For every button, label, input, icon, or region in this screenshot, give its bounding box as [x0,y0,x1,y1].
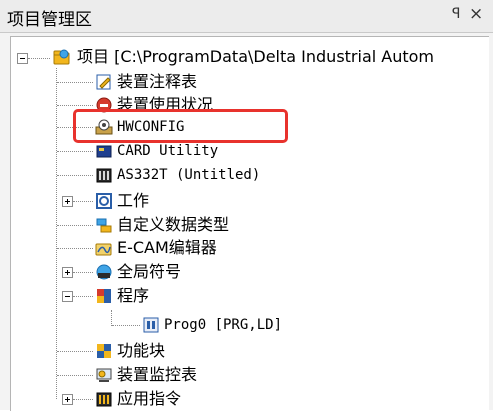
collapse-toggle-program[interactable] [62,291,73,302]
function-block-icon [97,344,111,358]
ladder-program-icon [143,317,159,333]
expand-toggle-global-symbols[interactable] [62,267,73,278]
task-gear-icon [96,193,112,209]
tree-item-label: AS332T (Untitled) [117,167,261,183]
project-tree: 项目 [C:\ProgramData\Delta Industrial Auto… [10,36,489,411]
connector [57,82,93,83]
tree-item-label: 装置注释表 [117,72,198,91]
tree-item-label: 功能块 [117,341,166,360]
ecam-folder-icon [95,243,112,256]
global-symbols-icon [96,264,112,280]
monitor-table-icon [96,368,112,382]
connector [112,325,140,326]
tree-item-label: 项目 [C:\ProgramData\Delta Industrial Auto… [77,47,435,66]
tree-item-label: 程序 [117,286,150,305]
tree-item-label: E-CAM编辑器 [117,238,217,257]
connector [57,151,93,152]
highlight-annotation-box [73,109,288,143]
root-connector [28,58,50,59]
tree-item-label: 工作 [117,191,150,210]
connector [57,225,93,226]
project-folder-icon [53,49,70,65]
close-icon[interactable]: × [469,4,483,24]
card-icon [96,145,112,158]
pin-icon[interactable]: ꟼ [452,6,460,22]
connector [73,296,93,297]
project-manager-panel: 项目管理区 ꟼ × 项目 [C:\ProgramData\Delta Indus… [0,0,493,411]
edit-pencil-icon [96,74,111,90]
panel-titlebar: 项目管理区 ꟼ × [0,0,493,33]
tree-item-label: CARD Utility [117,143,219,159]
panel-title: 项目管理区 [7,10,92,30]
tree-item-label: 应用指令 [117,389,182,408]
connector [57,351,93,352]
expand-toggle-app-instructions[interactable] [62,394,73,405]
app-instructions-icon [96,392,112,407]
data-type-icon [96,218,112,233]
tree-item-label: 自定义数据类型 [117,215,230,234]
tree-trunk-line [56,68,57,399]
connector [73,201,93,202]
program-icon [97,289,111,303]
plc-module-icon [96,168,112,183]
connector [57,248,93,249]
tree-item-label: 装置监控表 [117,365,198,384]
program-child-line [111,310,112,326]
connector [57,375,93,376]
tree-item-label: Prog0 [PRG,LD] [164,317,283,333]
connector [73,272,93,273]
connector [73,399,93,400]
connector [57,105,93,106]
tree-item-label: 全局符号 [117,262,182,281]
connector [57,175,93,176]
root-collapse-toggle[interactable] [17,53,28,64]
expand-toggle-task[interactable] [62,196,73,207]
